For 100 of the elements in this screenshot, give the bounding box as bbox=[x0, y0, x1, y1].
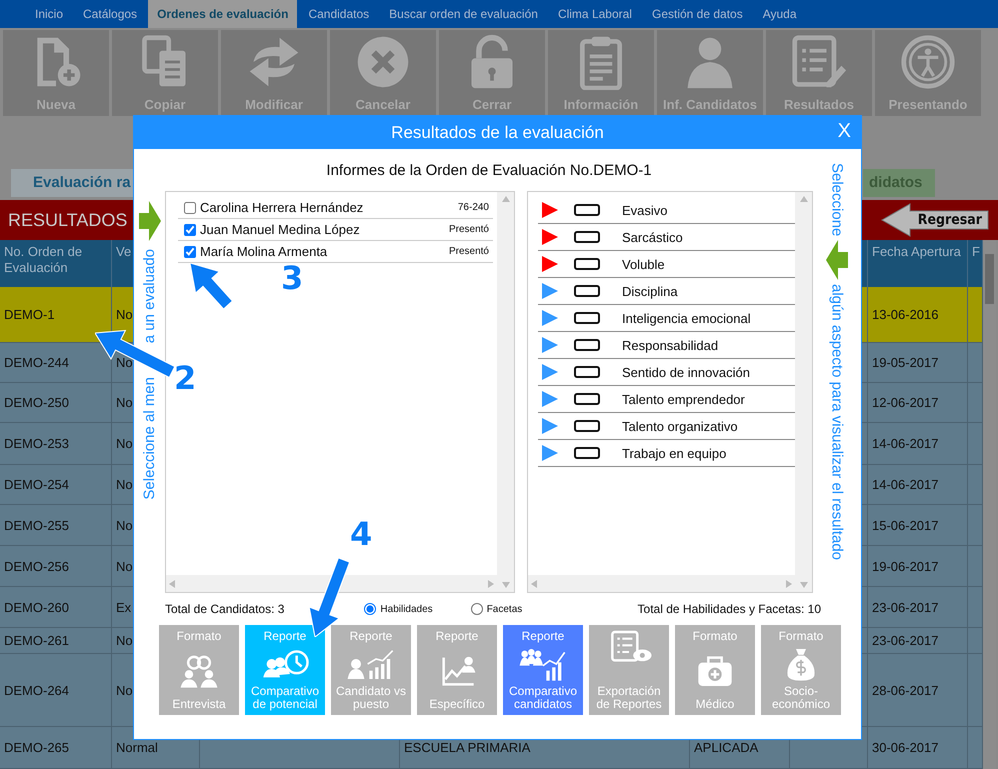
table-cell: DEMO-255 bbox=[0, 505, 112, 546]
table-cell: DEMO-244 bbox=[0, 343, 112, 383]
section-title: RESULTADOS bbox=[8, 210, 128, 230]
table-cell: 23-06-2017 bbox=[868, 587, 968, 628]
aspect-item[interactable]: Inteligencia emocional bbox=[622, 310, 751, 326]
document-edit-icon bbox=[791, 34, 847, 90]
menu-item[interactable]: Ordenes de evaluación bbox=[148, 0, 298, 28]
table-cell: 14-06-2017 bbox=[868, 423, 968, 465]
scroll-arrow-icon[interactable] bbox=[800, 196, 808, 202]
candidate-status: 76-240 bbox=[458, 202, 490, 213]
scroll-arrow-icon[interactable] bbox=[502, 196, 510, 202]
report-button[interactable]: Reporte Comparativo candidatos bbox=[503, 625, 583, 715]
radio-button[interactable] bbox=[470, 603, 483, 615]
pill-icon bbox=[574, 339, 600, 351]
table-cell: 12-06-2017 bbox=[868, 383, 968, 423]
table-cell bbox=[968, 465, 983, 505]
candidate-status: Presentó bbox=[448, 224, 490, 235]
table-cell: 13-06-2016 bbox=[868, 287, 968, 343]
table-cell bbox=[968, 343, 983, 383]
candidate-name[interactable]: Juan Manuel Medina López bbox=[200, 222, 360, 237]
radio-label[interactable]: Habilidades bbox=[380, 604, 433, 614]
pointer-arrow bbox=[190, 263, 233, 310]
aspect-item[interactable]: Trabajo en equipo bbox=[622, 446, 726, 460]
menu-item[interactable]: Clima Laboral bbox=[548, 0, 641, 28]
table-cell bbox=[968, 505, 983, 546]
menu-item[interactable]: Gestión de datos bbox=[642, 0, 752, 28]
table-cell: DEMO-1 bbox=[0, 287, 112, 343]
group-chart-icon bbox=[518, 647, 568, 681]
table-cell: 28-06-2017 bbox=[868, 654, 968, 727]
table-cell: DEMO-254 bbox=[0, 465, 112, 505]
table-cell: DEMO-256 bbox=[0, 546, 112, 587]
table-cell: 23-06-2017 bbox=[868, 628, 968, 654]
table-cell: DEMO-264 bbox=[0, 654, 112, 727]
menu-item[interactable]: Ayuda bbox=[754, 0, 806, 28]
close-circle-icon bbox=[355, 34, 411, 90]
scrollbar[interactable] bbox=[497, 192, 514, 592]
table-cell: 19-05-2017 bbox=[868, 343, 968, 383]
radio-button[interactable] bbox=[364, 603, 376, 615]
menu-item[interactable]: Buscar orden de evaluación bbox=[380, 0, 547, 28]
arrow-icon bbox=[826, 240, 848, 280]
table-cell: DEMO-261 bbox=[0, 628, 112, 654]
table-cell: 14-06-2017 bbox=[868, 465, 968, 505]
back-button[interactable]: Regresar bbox=[880, 203, 990, 237]
aspect-item[interactable]: Disciplina bbox=[622, 284, 678, 298]
table-cell: 30-06-2017 bbox=[868, 727, 968, 769]
scroll-arrow-icon[interactable] bbox=[531, 580, 537, 588]
pill-icon bbox=[574, 258, 600, 270]
checkbox[interactable] bbox=[184, 224, 196, 236]
scrollbar[interactable] bbox=[166, 575, 497, 592]
table-cell: DEMO-253 bbox=[0, 423, 112, 465]
pill-icon bbox=[574, 204, 600, 216]
aspect-item[interactable]: Evasivo bbox=[622, 202, 668, 218]
report-button[interactable]: Reporte Comparativo de potencial bbox=[245, 625, 325, 715]
column-header: F bbox=[968, 240, 983, 287]
step-number: 4 bbox=[350, 518, 372, 550]
table-cell bbox=[968, 423, 983, 465]
menu-item[interactable]: Inicio bbox=[26, 0, 72, 28]
accessibility-icon bbox=[900, 34, 956, 90]
checkbox[interactable] bbox=[184, 246, 196, 258]
radio-label[interactable]: Facetas bbox=[486, 604, 522, 614]
column-header: Fecha Apertura bbox=[868, 240, 968, 287]
table-cell: DEMO-260 bbox=[0, 587, 112, 628]
table-cell bbox=[968, 546, 983, 587]
menu-item[interactable]: Candidatos bbox=[299, 0, 378, 28]
aspect-item[interactable]: Talento emprendedor bbox=[622, 392, 745, 406]
aspect-item[interactable]: Voluble bbox=[622, 256, 665, 272]
scrollbar[interactable] bbox=[795, 192, 812, 592]
hint-text: Seleccione bbox=[828, 163, 846, 236]
pill-icon bbox=[574, 312, 600, 324]
scrollbar[interactable] bbox=[528, 575, 795, 592]
aspect-item[interactable]: Responsabilidad bbox=[622, 338, 718, 352]
dialog-title: Resultados de la evaluación bbox=[391, 122, 604, 142]
candidate-status: Presentó bbox=[448, 246, 490, 257]
total-label: Total de Habilidades y Facetas: 10 bbox=[638, 602, 821, 616]
table-cell bbox=[968, 727, 983, 769]
table-cell bbox=[968, 628, 983, 654]
table-cell bbox=[968, 587, 983, 628]
table-cell bbox=[968, 287, 983, 343]
scroll-arrow-icon[interactable] bbox=[169, 580, 175, 588]
close-button[interactable]: X bbox=[834, 120, 855, 143]
table-cell: DEMO-265 bbox=[0, 727, 112, 769]
aspect-item[interactable]: Sarcástico bbox=[622, 230, 683, 244]
pill-icon bbox=[574, 285, 600, 297]
candidate-name[interactable]: Carolina Herrera Hernández bbox=[200, 200, 364, 215]
table-cell bbox=[968, 383, 983, 423]
pill-icon bbox=[574, 231, 600, 243]
table-cell: 15-06-2017 bbox=[868, 505, 968, 546]
pill-icon bbox=[574, 447, 600, 459]
arrow-icon bbox=[138, 201, 160, 241]
pill-icon bbox=[574, 366, 600, 378]
aspect-item[interactable]: Sentido de innovación bbox=[622, 364, 750, 380]
table-cell: 19-06-2017 bbox=[868, 546, 968, 587]
hint-text: algún aspecto para visualizar el resultado bbox=[828, 284, 846, 560]
pill-icon bbox=[574, 393, 600, 405]
checkbox[interactable] bbox=[184, 202, 196, 214]
step-number: 3 bbox=[281, 262, 304, 294]
candidate-name[interactable]: María Molina Armenta bbox=[200, 244, 328, 259]
menu-item[interactable]: Catálogos bbox=[74, 0, 146, 28]
section-tab[interactable]: Evaluación ra bbox=[11, 168, 133, 196]
aspect-item[interactable]: Talento organizativo bbox=[622, 418, 738, 434]
